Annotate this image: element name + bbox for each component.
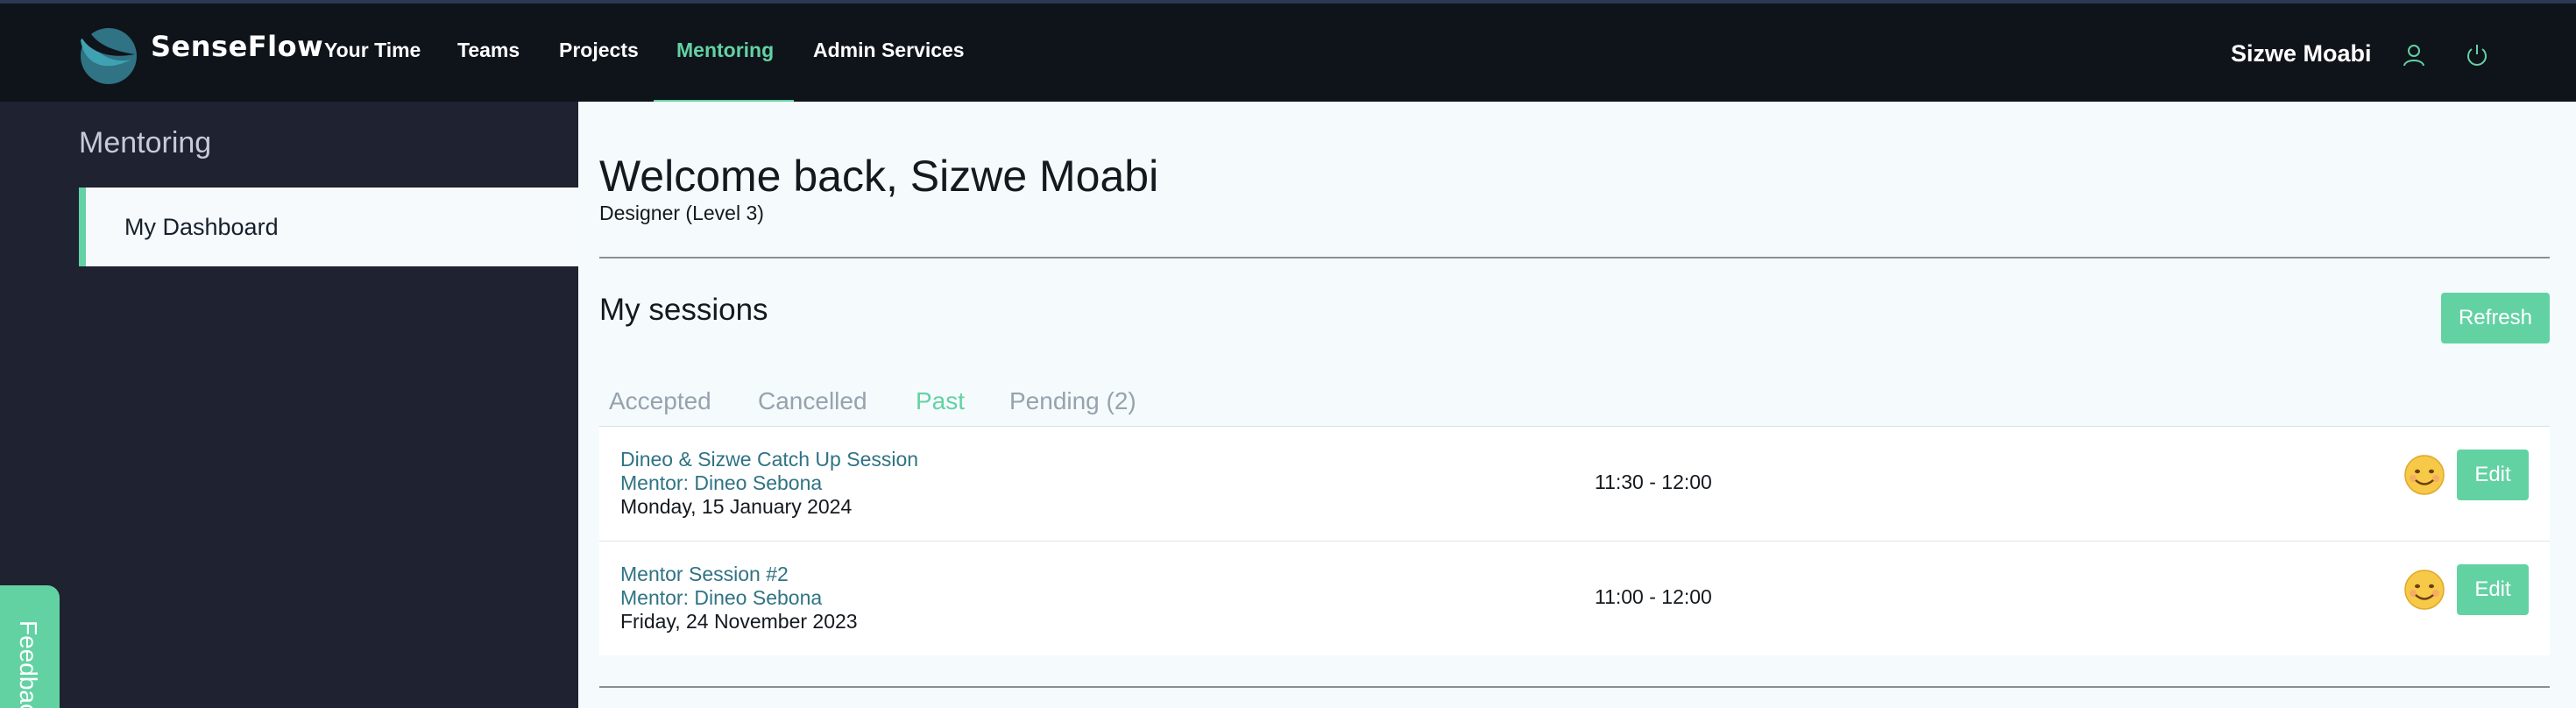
senseflow-logo-icon[interactable] xyxy=(77,25,140,84)
session-row: Dineo & Sizwe Catch Up Session Mentor: D… xyxy=(599,427,2550,542)
tab-cancelled[interactable]: Cancelled xyxy=(758,387,867,415)
sessions-heading: My sessions xyxy=(599,293,768,327)
edit-session-button[interactable]: Edit xyxy=(2457,564,2529,615)
power-icon[interactable] xyxy=(2464,42,2490,68)
sidebar: Mentoring My Dashboard xyxy=(0,102,578,708)
sidebar-item-my-dashboard[interactable]: My Dashboard xyxy=(79,188,578,266)
session-row: Mentor Session #2 Mentor: Dineo Sebona F… xyxy=(599,542,2550,655)
feedback-tab[interactable]: Feedback xyxy=(0,585,60,708)
tab-past[interactable]: Past xyxy=(916,387,965,415)
session-title-link[interactable]: Mentor Session #2 xyxy=(620,563,789,586)
session-mentor-link[interactable]: Mentor: Dineo Sebona xyxy=(620,586,822,610)
session-time: 11:00 - 12:00 xyxy=(1595,585,1712,608)
user-icon[interactable] xyxy=(2401,42,2427,68)
session-date: Monday, 15 January 2024 xyxy=(620,495,853,518)
user-role: Designer (Level 3) xyxy=(599,202,764,224)
nav-admin-services[interactable]: Admin Services xyxy=(813,39,965,62)
current-user-name: Sizwe Moabi xyxy=(2231,40,2372,67)
nav-mentoring[interactable]: Mentoring xyxy=(676,39,774,62)
session-mentor-link[interactable]: Mentor: Dineo Sebona xyxy=(620,471,822,495)
smiling-face-emoji-icon[interactable] xyxy=(2403,568,2446,612)
sessions-bottom-divider xyxy=(599,686,2550,688)
tab-pending[interactable]: Pending (2) xyxy=(1009,387,1136,415)
tab-accepted[interactable]: Accepted xyxy=(609,387,711,415)
nav-your-time[interactable]: Your Time xyxy=(324,39,421,62)
header-divider xyxy=(599,257,2550,258)
main-content: Welcome back, Sizwe Moabi Designer (Leve… xyxy=(578,102,2576,708)
smiling-face-emoji-icon[interactable] xyxy=(2403,453,2446,497)
edit-session-button[interactable]: Edit xyxy=(2457,450,2529,500)
session-time: 11:30 - 12:00 xyxy=(1595,471,1712,493)
sidebar-title: Mentoring xyxy=(79,126,212,159)
session-date: Friday, 24 November 2023 xyxy=(620,610,858,633)
feedback-label: Feedback xyxy=(15,620,42,708)
brand-name[interactable]: SenseFlow xyxy=(151,30,323,63)
top-navbar: SenseFlow Your Time Teams Projects Mento… xyxy=(0,0,2576,105)
session-title-link[interactable]: Dineo & Sizwe Catch Up Session xyxy=(620,448,918,471)
nav-teams[interactable]: Teams xyxy=(457,39,520,62)
nav-projects[interactable]: Projects xyxy=(559,39,639,62)
sidebar-item-label: My Dashboard xyxy=(124,214,279,240)
refresh-button[interactable]: Refresh xyxy=(2441,293,2550,343)
page-title: Welcome back, Sizwe Moabi xyxy=(599,152,1159,201)
